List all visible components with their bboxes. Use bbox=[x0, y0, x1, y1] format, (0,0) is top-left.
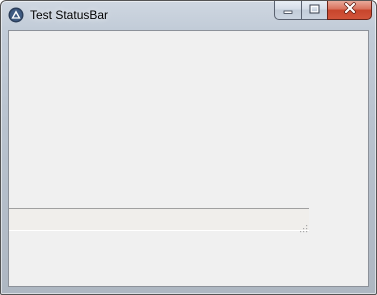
title-bar[interactable]: Test StatusBar bbox=[1, 1, 376, 29]
close-icon bbox=[343, 1, 357, 19]
window-title: Test StatusBar bbox=[30, 8, 109, 22]
status-bar bbox=[9, 208, 309, 233]
client-area bbox=[8, 30, 369, 287]
maximize-icon bbox=[309, 1, 320, 19]
size-grip-icon[interactable] bbox=[299, 220, 308, 233]
caption-buttons bbox=[274, 1, 372, 20]
minimize-button[interactable] bbox=[274, 1, 301, 20]
app-window: Test StatusBar bbox=[0, 0, 377, 295]
app-logo-icon[interactable] bbox=[8, 7, 24, 23]
close-button[interactable] bbox=[327, 1, 372, 20]
minimize-icon bbox=[283, 1, 293, 19]
maximize-button[interactable] bbox=[301, 1, 327, 20]
